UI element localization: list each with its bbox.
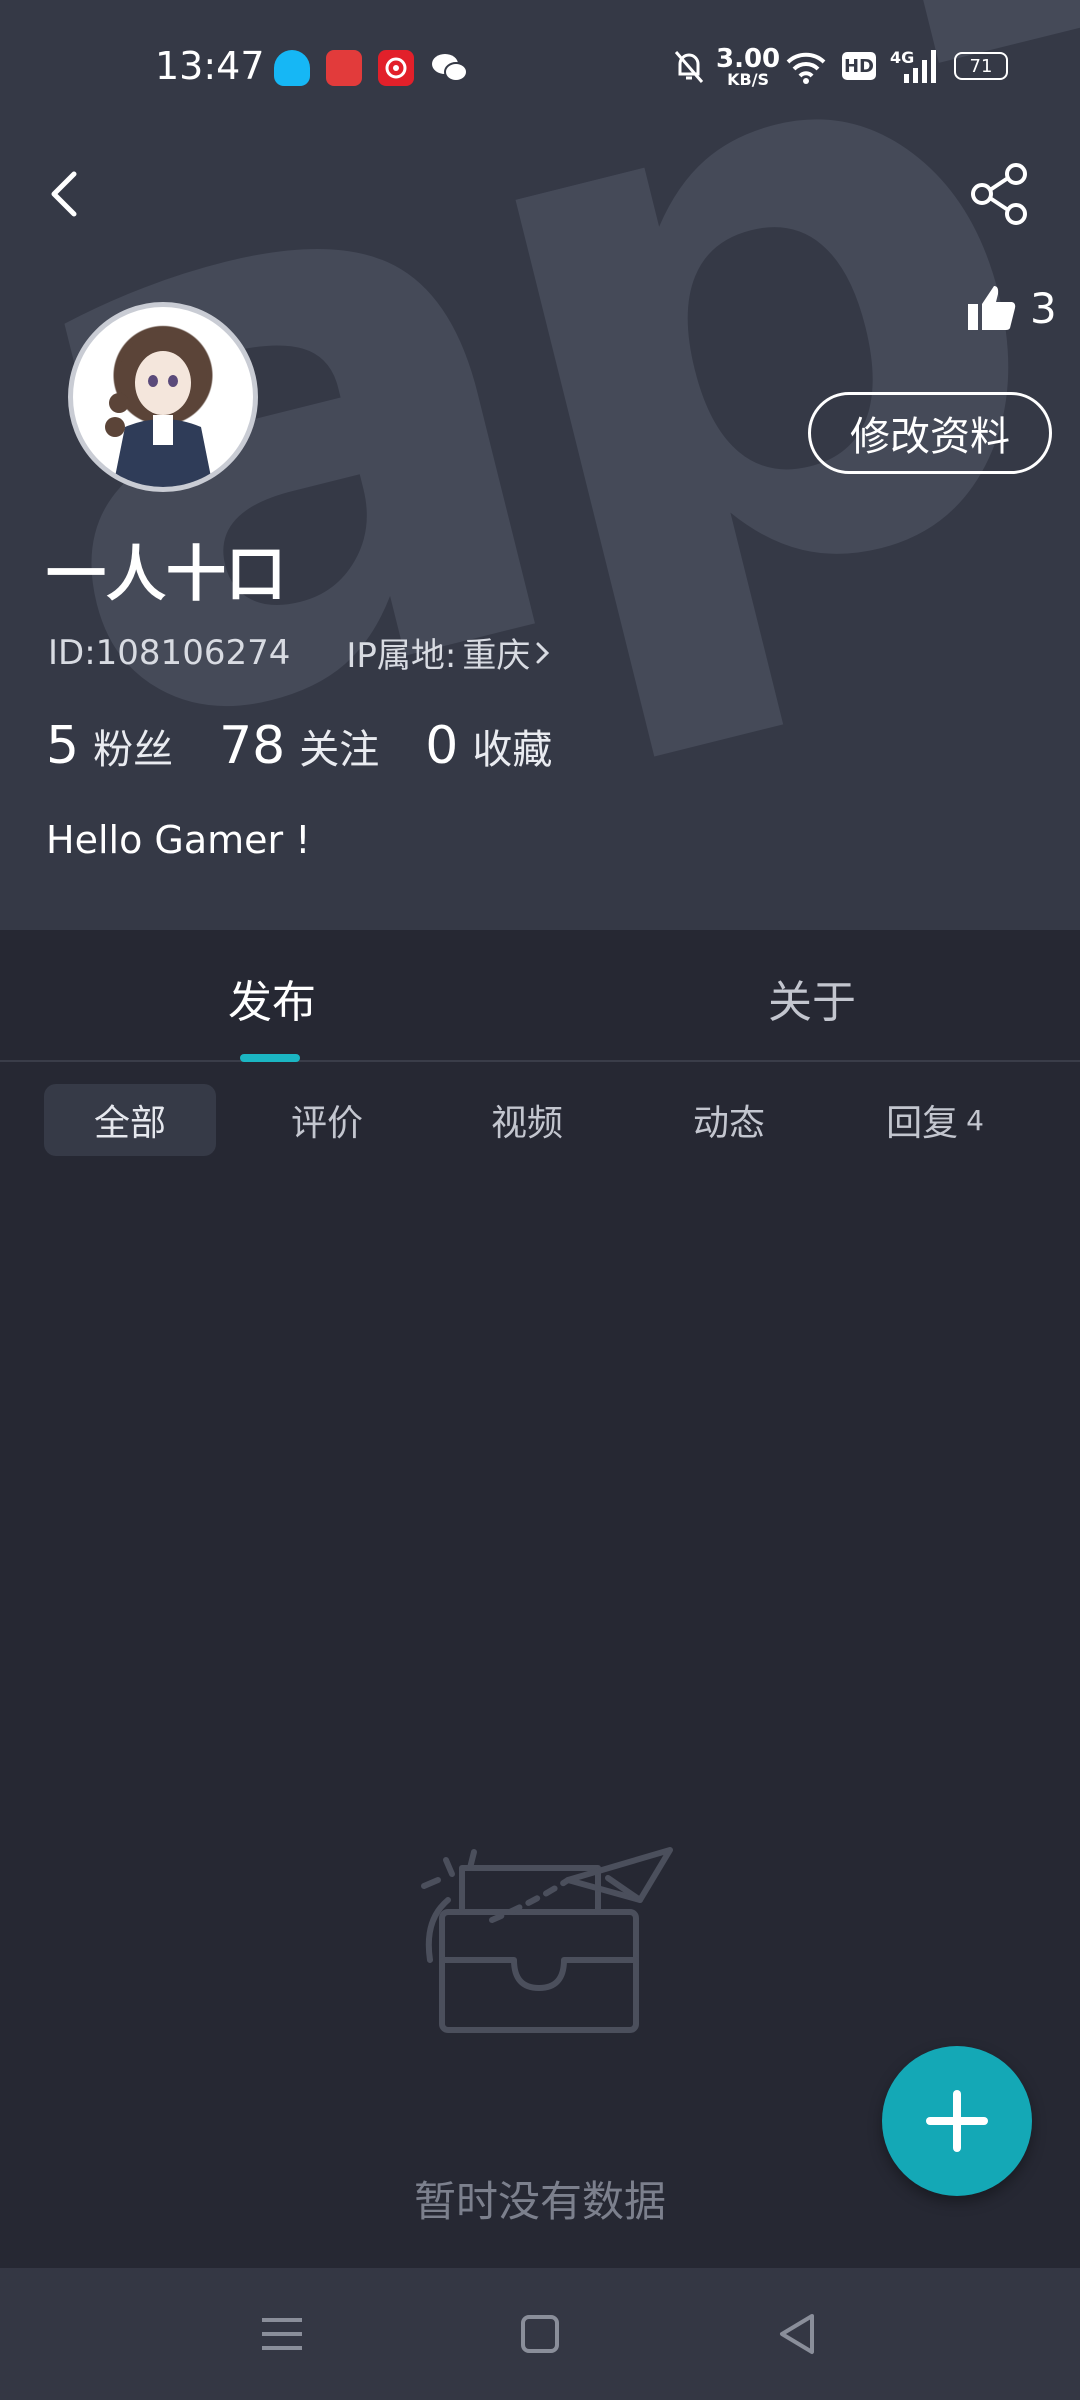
share-icon — [971, 163, 1027, 225]
edit-profile-button[interactable]: 修改资料 — [808, 392, 1052, 474]
filter-reply-label: 回复 — [886, 1103, 959, 1144]
profile-meta: ID:108106274 IP属地: 重庆 — [48, 628, 554, 677]
plus-icon — [926, 2090, 988, 2152]
stat-label: 收藏 — [472, 727, 553, 773]
filter-review[interactable]: 评价 — [252, 1084, 402, 1156]
filter-reply-count: 4 — [966, 1103, 984, 1137]
stat-followers[interactable]: 5 粉丝 — [46, 716, 173, 776]
filter-moments[interactable]: 动态 — [654, 1084, 804, 1156]
home-button[interactable] — [514, 2308, 566, 2360]
share-button[interactable] — [966, 160, 1034, 228]
status-time: 13:47 — [155, 44, 265, 88]
hd-badge: HD — [842, 52, 876, 80]
system-nav-bar — [0, 2268, 1080, 2400]
mute-bell-icon — [674, 51, 704, 83]
filter-video[interactable]: 视频 — [452, 1084, 602, 1156]
stat-number: 0 — [425, 716, 459, 776]
filter-chips: 全部 评价 视频 动态 回复 4 — [0, 1080, 1080, 1160]
system-back-button[interactable] — [772, 2308, 824, 2360]
ip-value: 重庆 — [462, 636, 531, 676]
profile-screen: apTap 13:47 3.00 KB/S HD 4G 71 3 修改资料 一人… — [0, 0, 1080, 2400]
signal-icon — [904, 50, 936, 83]
filter-all[interactable]: 全部 — [44, 1084, 216, 1156]
wechat-notification-icon — [430, 50, 468, 86]
create-post-button[interactable] — [882, 2046, 1032, 2196]
music-notification-icon — [378, 50, 414, 86]
chevron-right-icon — [536, 642, 550, 663]
chevron-left-icon — [51, 171, 77, 217]
tab-about[interactable]: 关于 — [768, 966, 856, 1030]
thumbs-up-icon — [968, 286, 1016, 330]
menu-icon — [262, 2318, 302, 2350]
stat-favorites[interactable]: 0 收藏 — [425, 716, 552, 776]
app-notification-icon — [326, 50, 362, 86]
status-bar: 13:47 3.00 KB/S HD 4G 71 — [0, 0, 1080, 135]
stats-row: 5 粉丝 78 关注 0 收藏 — [46, 716, 598, 776]
ip-label: IP属地: — [346, 636, 457, 676]
avatar[interactable] — [68, 302, 258, 492]
stat-label: 粉丝 — [93, 727, 174, 773]
content-tabs: 发布 关于 — [0, 930, 1080, 1062]
battery-indicator: 71 — [954, 52, 1008, 80]
stat-label: 关注 — [299, 727, 380, 773]
net-speed: 3.00 KB/S — [716, 44, 781, 89]
profile-header: apTap 13:47 3.00 KB/S HD 4G 71 3 修改资料 一人… — [0, 0, 1080, 930]
wifi-icon — [786, 52, 826, 84]
stat-number: 78 — [219, 716, 286, 776]
tab-publish[interactable]: 发布 — [228, 966, 316, 1030]
user-id: ID:108106274 — [48, 632, 291, 673]
menu-button[interactable] — [256, 2308, 308, 2360]
bio: Hello Gamer ! — [46, 818, 311, 862]
stat-number: 5 — [46, 716, 80, 776]
back-button[interactable] — [40, 160, 92, 228]
tab-indicator — [240, 1054, 300, 1062]
empty-inbox-icon — [421, 1847, 673, 2033]
like-button[interactable]: 3 — [966, 276, 1057, 340]
qq-notification-icon — [274, 50, 310, 86]
username: 一人十口 — [46, 540, 286, 610]
home-square-icon — [521, 2315, 559, 2353]
filter-reply[interactable]: 回复 4 — [860, 1084, 1010, 1156]
triangle-back-icon — [780, 2314, 814, 2354]
ip-location-link[interactable]: IP属地: 重庆 — [346, 628, 554, 677]
like-count: 3 — [1030, 283, 1057, 333]
stat-following[interactable]: 78 关注 — [219, 716, 379, 776]
